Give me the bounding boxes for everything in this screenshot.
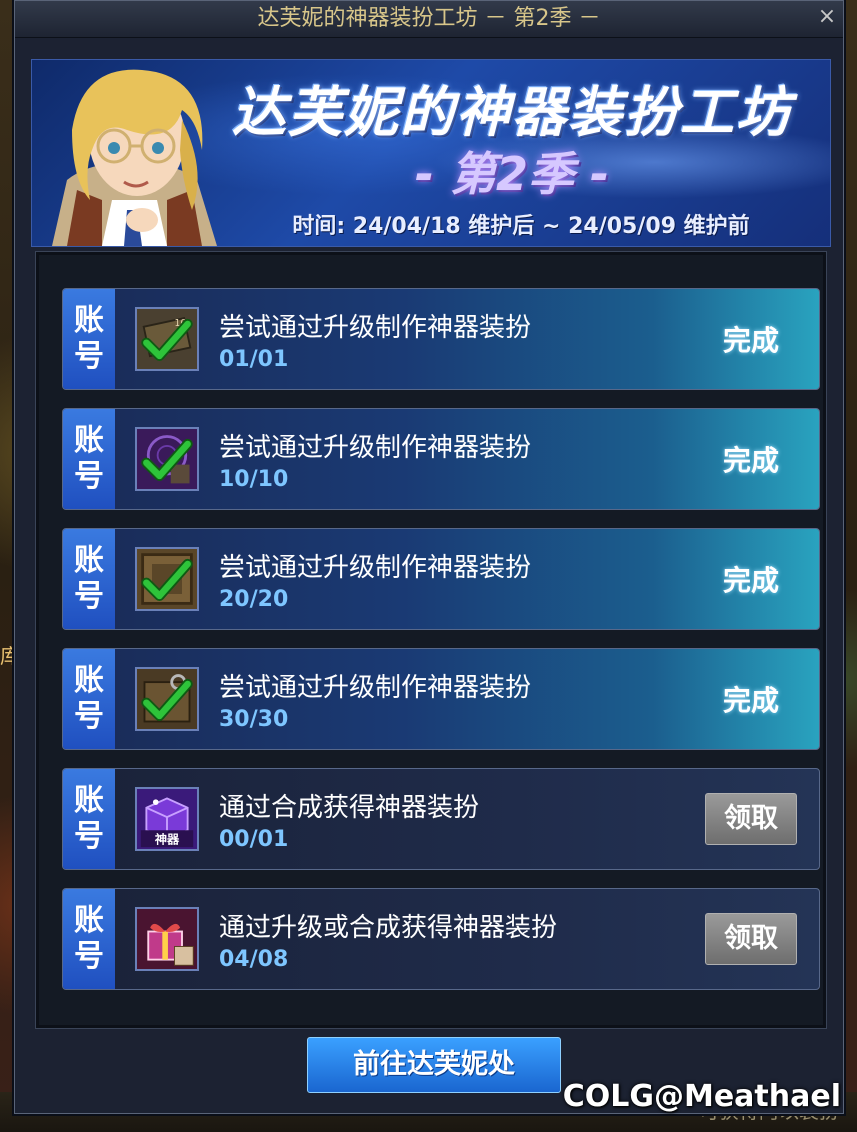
account-tag: 账 号 <box>63 889 115 989</box>
window-title: 达芙妮的神器装扮工坊 － 第2季 － <box>257 6 601 31</box>
account-tag: 账 号 <box>63 649 115 749</box>
task-complete-label: 完成 <box>722 564 779 597</box>
task-title: 尝试通过升级制作神器装扮 <box>219 673 532 703</box>
window-titlebar[interactable]: 达芙妮的神器装扮工坊 － 第2季 － <box>15 1 843 38</box>
close-icon[interactable]: × <box>815 5 839 29</box>
task-row: 账 号 尝试通过升级制作神器装扮 20/20 完成 <box>62 528 820 630</box>
task-progress: 20/20 <box>219 587 289 612</box>
ticket-check-icon: 10 <box>135 307 199 371</box>
task-row: 账 号 尝试通过升级制作神器装扮 10/10 完成 <box>62 408 820 510</box>
claim-button[interactable]: 领取 <box>705 793 797 845</box>
ring-box-check-icon <box>135 667 199 731</box>
task-row: 账 号 神器 通过合成获得神器装扮 00/01 领取 <box>62 768 820 870</box>
task-complete-label: 完成 <box>722 444 779 477</box>
task-progress: 00/01 <box>219 827 289 852</box>
banner-event-time: 时间: 24/04/18 维护后 ~ 24/05/09 维护前 <box>292 214 750 239</box>
task-progress: 10/10 <box>219 467 289 492</box>
account-tag: 账 号 <box>63 769 115 869</box>
task-title: 尝试通过升级制作神器装扮 <box>219 433 532 463</box>
task-row: 账 号 通过升级或合成获得神器装扮 04/08 领取 <box>62 888 820 990</box>
task-title: 尝试通过升级制作神器装扮 <box>219 553 532 583</box>
task-title: 尝试通过升级制作神器装扮 <box>219 313 532 343</box>
task-list: 账 号 10 尝试通过升级制作神器装扮 01/01 完成 账 号 尝试通过升级制… <box>35 251 827 1029</box>
account-tag: 账 号 <box>63 529 115 629</box>
task-row: 账 号 尝试通过升级制作神器装扮 30/30 完成 <box>62 648 820 750</box>
task-complete-label: 完成 <box>722 684 779 717</box>
artifact-icon-label: 神器 <box>155 831 180 846</box>
event-banner: 达芙妮的神器装扮工坊 - 第2季 - 时间: 24/04/18 维护后 ~ 24… <box>31 59 831 247</box>
task-title: 通过升级或合成获得神器装扮 <box>219 913 558 943</box>
watermark: COLG@Meathael <box>562 1079 841 1114</box>
task-progress: 30/30 <box>219 707 289 732</box>
bronze-box-check-icon <box>135 547 199 611</box>
task-progress: 01/01 <box>219 347 289 372</box>
banner-title: 达芙妮的神器装扮工坊 <box>232 81 792 144</box>
claim-button[interactable]: 领取 <box>705 913 797 965</box>
go-to-daphne-button[interactable]: 前往达芙妮处 <box>307 1037 561 1093</box>
gift-box-icon <box>135 907 199 971</box>
task-complete-label: 完成 <box>722 324 779 357</box>
task-progress: 04/08 <box>219 947 289 972</box>
account-tag: 账 号 <box>63 289 115 389</box>
event-window: 达芙妮的神器装扮工坊 － 第2季 － × 达芙妮的神器装扮工坊 - 第2季 - … <box>14 0 844 1114</box>
artifact-box-icon: 神器 <box>135 787 199 851</box>
account-tag: 账 号 <box>63 409 115 509</box>
purple-box-check-icon <box>135 427 199 491</box>
task-title: 通过合成获得神器装扮 <box>219 793 480 823</box>
banner-season: - 第2季 - <box>414 147 610 201</box>
task-row: 账 号 10 尝试通过升级制作神器装扮 01/01 完成 <box>62 288 820 390</box>
